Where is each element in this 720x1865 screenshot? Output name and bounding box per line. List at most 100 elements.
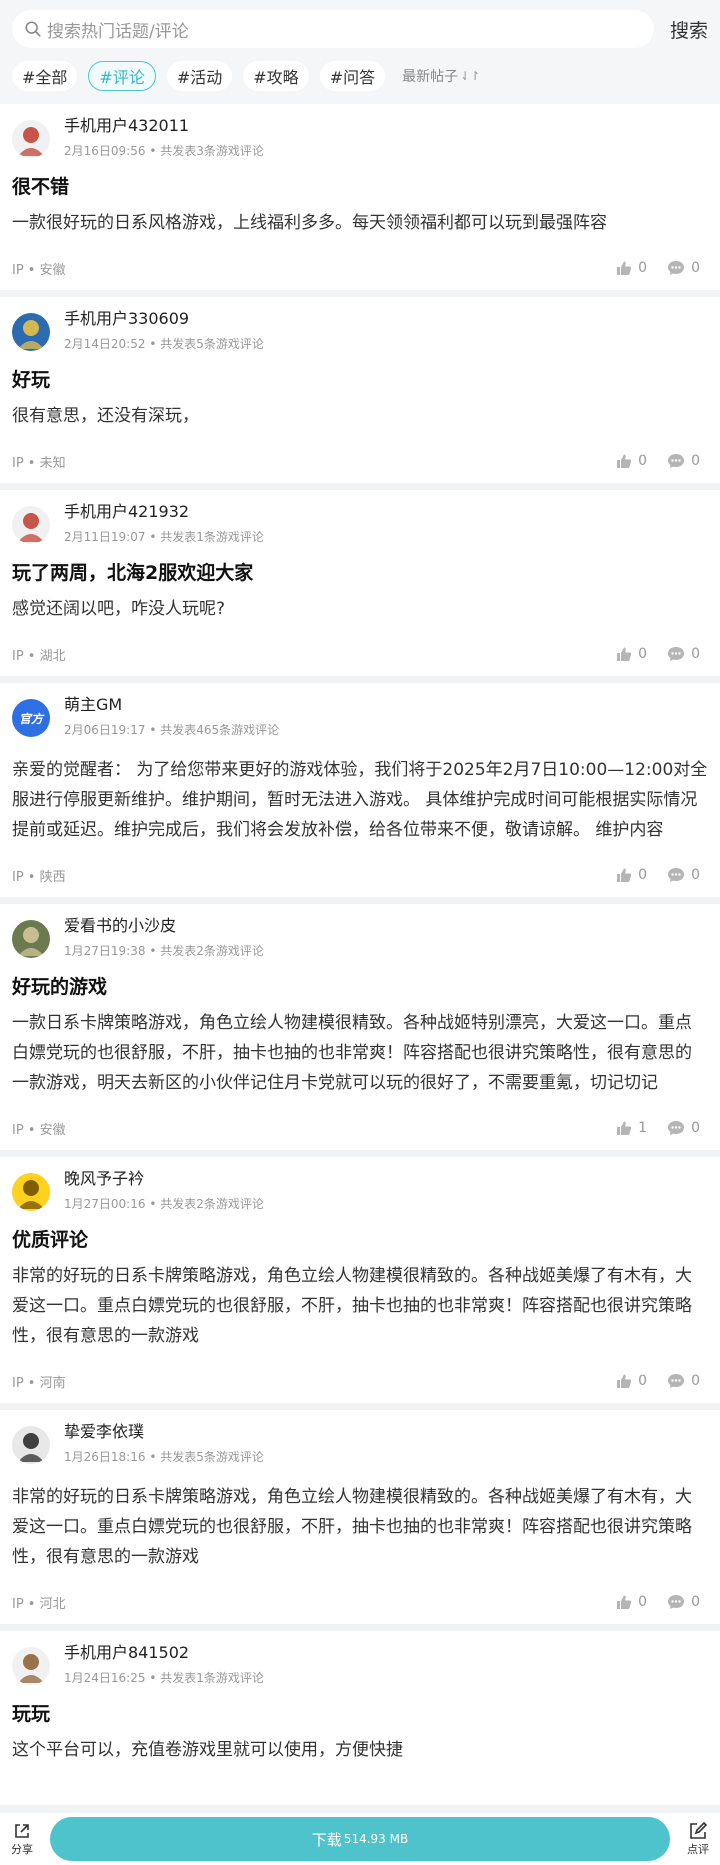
- thumbs-up-icon: [617, 1595, 632, 1609]
- username[interactable]: 爱看书的小沙皮: [64, 916, 264, 936]
- avatar-image: [12, 1173, 50, 1211]
- username[interactable]: 手机用户421932: [64, 502, 264, 522]
- search-input[interactable]: 搜索热门话题/评论: [12, 10, 654, 48]
- thumbs-up-icon: [617, 1121, 632, 1135]
- comment-button[interactable]: 0: [667, 1120, 700, 1136]
- comment-button[interactable]: 0: [667, 260, 700, 276]
- search-placeholder: 搜索热门话题/评论: [47, 21, 189, 42]
- username[interactable]: 手机用户432011: [64, 116, 264, 136]
- user-meta: 手机用户841502 1月24日16:25 • 共发表1条游戏评论: [64, 1643, 264, 1687]
- avatar[interactable]: [12, 1647, 50, 1685]
- meta-separator: •: [149, 1671, 161, 1685]
- post-date: 1月26日18:16: [64, 1450, 146, 1464]
- post-footer: IP • 湖北 0 0: [12, 632, 708, 676]
- review-label: 点评: [687, 1843, 709, 1856]
- ip-location: IP • 未知: [12, 455, 66, 471]
- like-button[interactable]: 0: [616, 867, 647, 883]
- post-body: 亲爱的觉醒者： 为了给您带来更好的游戏体验，我们将于2025年2月7日10:00…: [12, 760, 708, 840]
- user-row: 挚爱李依璞 1月26日18:16 • 共发表5条游戏评论: [12, 1422, 708, 1468]
- avatar[interactable]: [12, 1173, 50, 1211]
- comment-icon: [668, 1595, 685, 1609]
- comment-count: 0: [691, 646, 700, 662]
- post-body: 这个平台可以，充值卷游戏里就可以使用，方便快捷: [12, 1740, 403, 1760]
- username[interactable]: 萌主GM: [64, 695, 279, 715]
- review-count: 共发表1条游戏评论: [160, 530, 264, 544]
- post-card[interactable]: 手机用户841502 1月24日16:25 • 共发表1条游戏评论 玩玩 这个平…: [0, 1631, 720, 1805]
- avatar[interactable]: [12, 313, 50, 351]
- username[interactable]: 手机用户841502: [64, 1643, 264, 1663]
- tab-guides[interactable]: #攻略: [243, 61, 309, 91]
- comment-button[interactable]: 0: [667, 867, 700, 883]
- thumbs-up-icon: [617, 454, 632, 468]
- avatar[interactable]: 官方: [12, 699, 50, 737]
- avatar-image: [12, 120, 50, 158]
- user-meta: 挚爱李依璞 1月26日18:16 • 共发表5条游戏评论: [64, 1422, 264, 1466]
- tab-events[interactable]: #活动: [166, 61, 233, 91]
- avatar[interactable]: [12, 506, 50, 544]
- post-card[interactable]: 手机用户432011 2月16日09:56 • 共发表3条游戏评论 很不错 一款…: [0, 104, 720, 290]
- post-title: 玩了两周，北海2服欢迎大家: [12, 562, 254, 584]
- share-button[interactable]: 分享: [0, 1821, 44, 1857]
- comment-button[interactable]: 0: [667, 1373, 700, 1389]
- avatar[interactable]: [12, 920, 50, 958]
- meta-separator: •: [149, 337, 161, 351]
- download-button[interactable]: 下载 514.93 MB: [50, 1817, 670, 1861]
- comment-button[interactable]: 0: [667, 1594, 700, 1610]
- username[interactable]: 晚风予子衿: [64, 1169, 264, 1189]
- review-count: 共发表2条游戏评论: [160, 1197, 264, 1211]
- like-button[interactable]: 0: [616, 1594, 647, 1610]
- like-count: 1: [638, 1120, 648, 1136]
- tab-all[interactable]: #全部: [12, 61, 78, 91]
- like-button[interactable]: 0: [616, 1373, 647, 1389]
- post-body: 一款很好玩的日系风格游戏，上线福利多多。每天领领福利都可以玩到最强阵容: [12, 213, 607, 233]
- post-card[interactable]: 官方 萌主GM 2月06日19:17 • 共发表465条游戏评论 亲爱的觉醒者：…: [0, 683, 720, 897]
- post-card[interactable]: 手机用户421932 2月11日19:07 • 共发表1条游戏评论 玩了两周，北…: [0, 490, 720, 676]
- post-meta: 2月06日19:17 • 共发表465条游戏评论: [64, 721, 279, 739]
- avatar-image: [12, 1647, 50, 1685]
- sort-arrows-icon: ⇃↾: [460, 69, 481, 83]
- ip-location: IP • 河南: [12, 1375, 66, 1391]
- like-button[interactable]: 0: [616, 646, 647, 662]
- comment-button[interactable]: 0: [667, 453, 700, 469]
- meta-separator: •: [149, 1450, 161, 1464]
- post-footer: IP • 未知 0 0: [12, 439, 708, 483]
- post-date: 2月14日20:52: [64, 337, 146, 351]
- post-date: 2月06日19:17: [64, 723, 146, 737]
- like-count: 0: [638, 453, 648, 469]
- share-label: 分享: [11, 1843, 33, 1856]
- edit-icon: [690, 1821, 708, 1839]
- tab-reviews[interactable]: #评论: [88, 61, 156, 91]
- post-card[interactable]: 晚风予子衿 1月27日00:16 • 共发表2条游戏评论 优质评论 非常的好玩的…: [0, 1157, 720, 1403]
- user-row: 手机用户841502 1月24日16:25 • 共发表1条游戏评论: [12, 1643, 708, 1689]
- post-card[interactable]: 爱看书的小沙皮 1月27日19:38 • 共发表2条游戏评论 好玩的游戏 一款日…: [0, 904, 720, 1150]
- sort-dropdown[interactable]: 最新帖子 ⇃↾: [402, 66, 480, 86]
- review-count: 共发表5条游戏评论: [160, 337, 264, 351]
- avatar[interactable]: [12, 1426, 50, 1464]
- like-button[interactable]: 0: [616, 453, 647, 469]
- review-count: 共发表465条游戏评论: [160, 723, 280, 737]
- bottom-bar: 分享 下载 514.93 MB 点评: [0, 1813, 720, 1865]
- like-button[interactable]: 0: [616, 260, 647, 276]
- comment-icon: [668, 1121, 685, 1135]
- avatar-image: [12, 920, 50, 958]
- comment-button[interactable]: 0: [667, 646, 700, 662]
- review-button[interactable]: 点评: [676, 1821, 720, 1857]
- filter-tabs: #全部 #评论 #活动 #攻略 #问答 最新帖子 ⇃↾: [12, 60, 708, 92]
- post-card[interactable]: 手机用户330609 2月14日20:52 • 共发表5条游戏评论 好玩 很有意…: [0, 297, 720, 483]
- post-date: 1月24日16:25: [64, 1671, 146, 1685]
- username[interactable]: 手机用户330609: [64, 309, 264, 329]
- comment-count: 0: [691, 453, 700, 469]
- post-date: 1月27日00:16: [64, 1197, 146, 1211]
- avatar[interactable]: [12, 120, 50, 158]
- tab-qa[interactable]: #问答: [319, 61, 386, 91]
- post-card[interactable]: 挚爱李依璞 1月26日18:16 • 共发表5条游戏评论 非常的好玩的日系卡牌策…: [0, 1410, 720, 1624]
- like-button[interactable]: 1: [616, 1120, 647, 1136]
- share-icon: [15, 1824, 29, 1838]
- thumbs-up-icon: [617, 647, 632, 661]
- search-button[interactable]: 搜索: [666, 16, 708, 43]
- user-row: 手机用户421932 2月11日19:07 • 共发表1条游戏评论: [12, 502, 708, 548]
- thumbs-up-icon: [617, 868, 632, 882]
- comment-icon: [668, 647, 685, 661]
- avatar-image: [12, 1426, 50, 1464]
- username[interactable]: 挚爱李依璞: [64, 1422, 264, 1442]
